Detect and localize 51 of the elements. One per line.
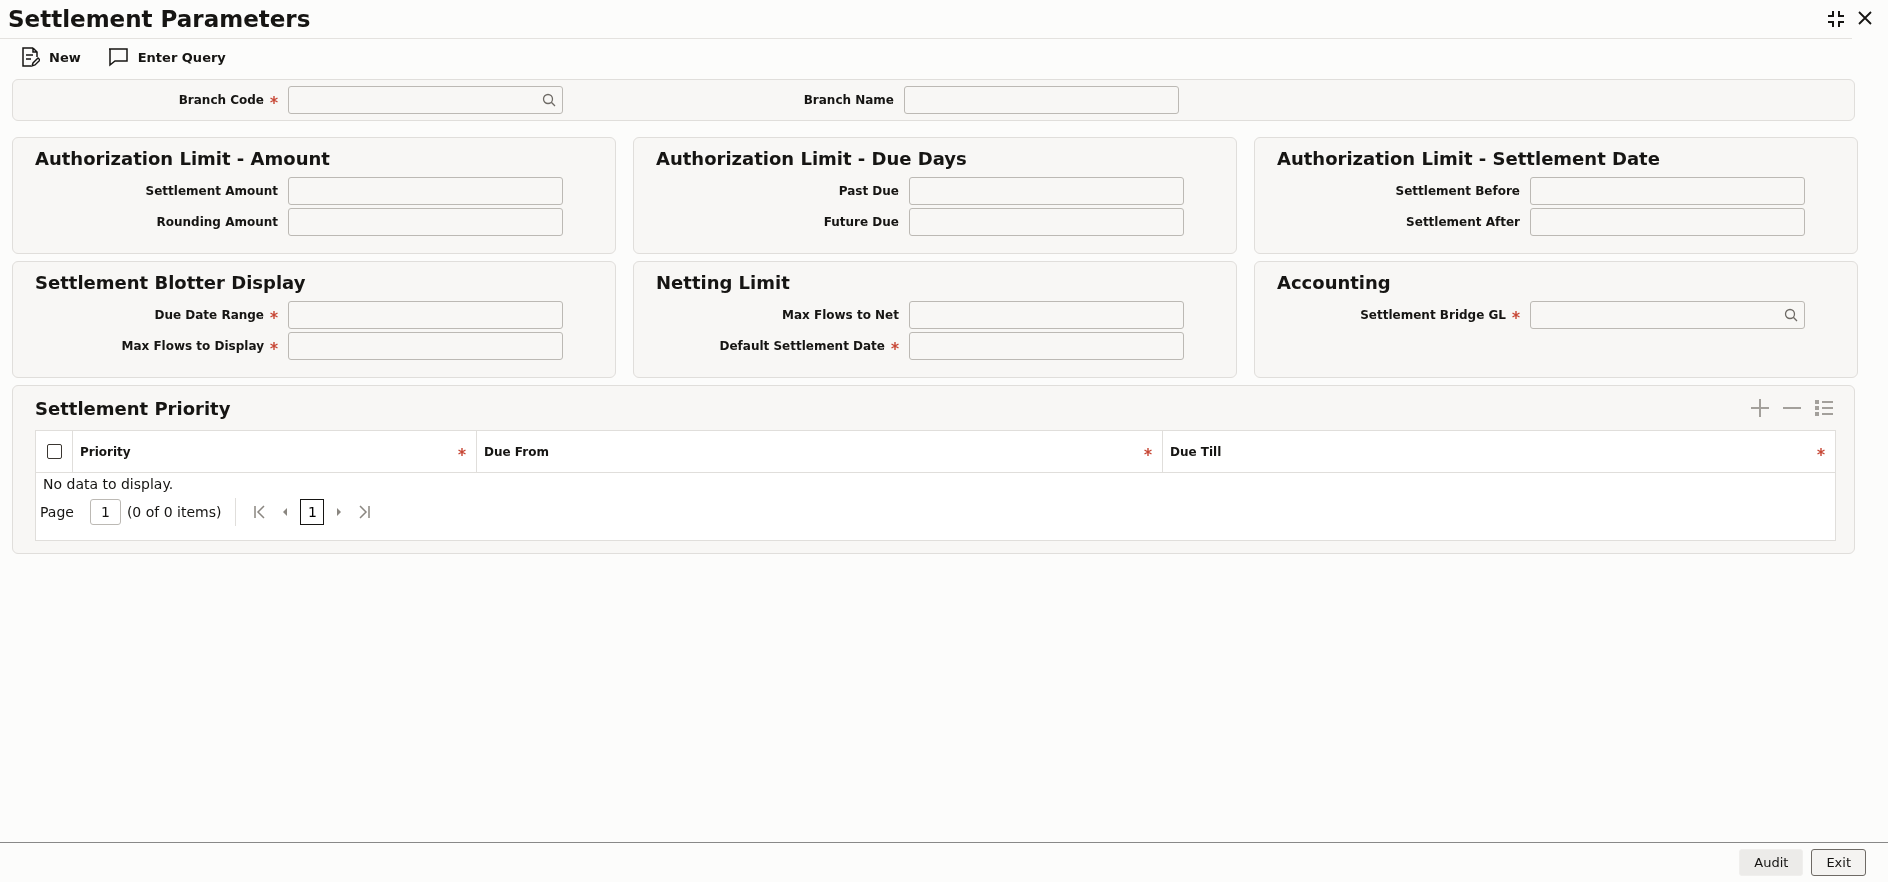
field-label: Settlement Bridge GL (1360, 308, 1506, 322)
field-label: Branch Name (803, 93, 894, 107)
field-label: Settlement After (1406, 215, 1520, 229)
column-header[interactable]: Due From (484, 444, 549, 459)
search-icon[interactable] (542, 93, 556, 107)
column-header[interactable]: Due Till (1170, 444, 1222, 459)
page-button[interactable]: 1 (300, 499, 325, 525)
panel-title: Settlement Blotter Display (35, 272, 307, 293)
input-field[interactable] (909, 208, 1184, 236)
document-edit-icon (20, 46, 40, 68)
input-field[interactable] (909, 177, 1184, 205)
search-field[interactable] (1530, 301, 1805, 329)
window-title: Settlement Parameters (8, 6, 311, 32)
exit-button[interactable]: Exit (1811, 849, 1866, 876)
field-label: Max Flows to Display (121, 339, 264, 353)
page-field[interactable]: 1 (89, 499, 121, 525)
search-field[interactable] (288, 86, 563, 114)
input-field[interactable] (1530, 177, 1805, 205)
input-field[interactable] (288, 177, 563, 205)
panel-title: Authorization Limit - Settlement Date (1277, 148, 1661, 169)
field-label: Rounding Amount (156, 215, 278, 229)
input-field[interactable] (904, 86, 1179, 114)
panel-title: Accounting (1277, 272, 1392, 293)
select-all-checkbox[interactable] (46, 444, 62, 459)
page-label: Page (40, 504, 74, 520)
input-field[interactable] (288, 301, 563, 329)
empty-message: No data to display. (42, 475, 175, 494)
field-label: Default Settlement Date (719, 339, 885, 353)
item-count: (0 of 0 items) (126, 504, 222, 520)
field-label: Branch Code (178, 93, 264, 107)
field-label: Past Due (838, 184, 899, 198)
panel-title: Authorization Limit - Due Days (656, 148, 968, 169)
input-field[interactable] (909, 301, 1184, 329)
panel-title: Authorization Limit - Amount (35, 148, 331, 169)
input-field[interactable] (288, 208, 563, 236)
input-field[interactable] (288, 332, 563, 360)
field-label: Max Flows to Net (782, 308, 899, 322)
panel-title: Settlement Priority (35, 397, 231, 419)
add-icon[interactable] (1748, 396, 1772, 420)
field-label: Future Due (823, 215, 899, 229)
field-label: Due Date Range (154, 308, 264, 322)
input-field[interactable] (1530, 208, 1805, 236)
input-field[interactable] (909, 332, 1184, 360)
new-button[interactable]: New (18, 44, 83, 70)
column-header[interactable]: Priority (80, 444, 131, 459)
field-label: Settlement Amount (145, 184, 278, 198)
panel-title: Netting Limit (656, 272, 791, 293)
search-icon[interactable] (1784, 308, 1798, 322)
speech-bubble-icon (106, 47, 129, 67)
enter-query-button[interactable]: Enter Query (104, 44, 228, 70)
field-label: Settlement Before (1395, 184, 1520, 198)
